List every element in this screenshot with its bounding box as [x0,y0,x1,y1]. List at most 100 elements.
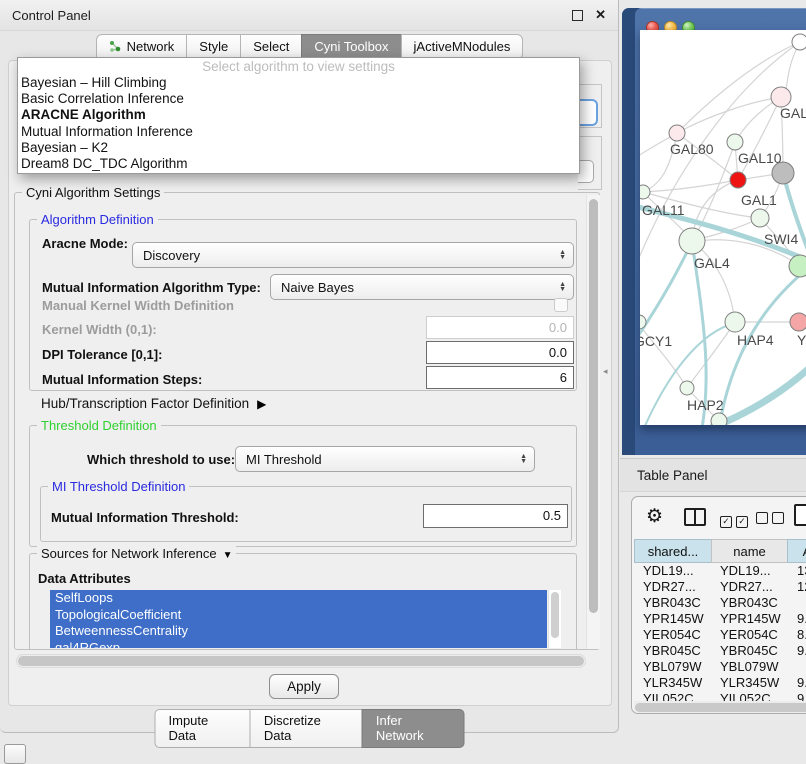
table-row[interactable]: YBL079WYBL079W [634,659,806,675]
network-node-gal1[interactable] [751,209,769,227]
network-node[interactable] [711,413,727,425]
algorithm-option[interactable]: Bayesian – K2 [18,140,579,156]
float-panel-icon[interactable] [572,10,583,21]
kernel-width-label: Kernel Width (0,1): [42,322,157,337]
tab-label: Select [253,39,289,54]
algorithm-popup-placeholder: Select algorithm to view settings [18,58,579,75]
algorithm-option[interactable]: Bayesian – Hill Climbing [18,75,579,91]
table-settings-gear-icon[interactable]: ⚙ [646,505,663,528]
attributes-scrollbar-thumb[interactable] [551,592,559,638]
table-row[interactable]: YDR27...YDR27...12 [634,579,806,595]
network-node[interactable] [772,162,794,184]
table-row[interactable]: YER054CYER054C8. [634,627,806,643]
sources-group-title[interactable]: Sources for Network Inference▼ [37,546,236,561]
attribute-list-item[interactable]: SelfLoops [50,590,547,607]
which-threshold-select[interactable]: MI Threshold ▲▼ [235,446,535,472]
cell-name: YBR045C [711,643,788,659]
aracne-mode-select[interactable]: Discovery ▲▼ [132,242,574,268]
threshold-definition-title: Threshold Definition [37,418,161,433]
splitter-handle[interactable]: ◂ [603,366,608,377]
network-node-gal11[interactable] [640,185,650,199]
network-node-hap4[interactable] [725,312,745,332]
cell-value: 9. [788,611,806,627]
tab-label: jActiveMNodules [414,39,511,54]
column-view-icon[interactable] [684,508,706,526]
tab-discretize-data[interactable]: Discretize Data [250,709,363,748]
table-row[interactable]: YBR043CYBR043C [634,595,806,611]
table-row[interactable]: YBR045CYBR045C9. [634,643,806,659]
bottom-tab-bar: Impute DataDiscretize DataInfer Network [155,709,464,748]
cell-value: 8. [788,627,806,643]
network-node-gal80[interactable] [669,125,685,141]
algorithm-option[interactable]: Basic Correlation Inference [18,91,579,107]
table-row[interactable]: YPR145WYPR145W9. [634,611,806,627]
column-header[interactable]: shared... [634,539,712,563]
table-row[interactable]: YLR345WYLR345W9. [634,675,806,691]
table-toolbar: ⚙ ✓✓ [632,497,806,539]
manual-kernel-width-label: Manual Kernel Width Definition [42,298,234,313]
deselect-all-rows-icon[interactable] [756,512,788,527]
tab-label: Cyni Toolbox [314,39,388,54]
cell-name: YLR345W [711,675,788,691]
cell-shared-name: YBR045C [634,643,711,659]
cell-value: 9. [788,643,806,659]
cell-value [788,659,797,675]
node-label: Y [797,332,806,348]
hub-section-toggle[interactable]: Hub/Transcription Factor Definition▶ [41,396,266,411]
cell-value: 12 [788,579,806,595]
manual-kernel-width-checkbox [554,298,568,312]
sources-group: Sources for Network Inference▼ Data Attr… [29,553,577,649]
export-table-icon[interactable] [794,504,806,526]
kernel-width-field: 0.0 [426,316,574,339]
cell-name: YBR043C [711,595,788,611]
tab-infer-network[interactable]: Infer Network [362,709,465,748]
settings-scrollbar-thumb[interactable] [589,199,598,613]
algorithm-option[interactable]: ARACNE Algorithm [18,107,579,123]
network-node-gal[interactable] [771,87,791,107]
stepper-arrows-icon: ▲▼ [520,454,527,465]
control-panel-titlebar: Control Panel ✕ [0,0,618,31]
cell-name: YBL079W [711,659,788,675]
attribute-list-item[interactable]: TopologicalCoefficient [50,607,547,624]
node-label: HAP4 [737,332,774,348]
network-node-hap2[interactable] [680,381,694,395]
network-node[interactable] [792,34,806,50]
threshold-definition-group: Threshold Definition Which threshold to … [29,425,577,547]
table-rows: YDL19...YDL19...13YDR27...YDR27...12YBR0… [634,563,806,713]
network-canvas[interactable]: GAL80GALGAL10GAL1GAL11SWI4GAL4GCY1HAP4YH… [640,30,806,425]
network-node-swi4[interactable] [789,255,806,277]
mi-algorithm-type-select[interactable]: Naive Bayes ▲▼ [270,274,574,300]
cell-name: YPR145W [711,611,788,627]
network-icon [109,40,122,53]
mi-threshold-field[interactable]: 0.5 [423,504,568,528]
network-node-gal10[interactable] [727,134,743,150]
mi-algorithm-type-value: Naive Bayes [281,280,354,295]
settings-hscrollbar-thumb[interactable] [18,656,584,666]
network-node-y[interactable] [790,313,806,331]
control-panel-title: Control Panel [12,8,91,23]
attributes-list-scrollbar [548,590,561,648]
node-label: GAL10 [738,150,782,166]
close-panel-icon[interactable]: ✕ [595,10,606,20]
table-row[interactable]: YDL19...YDL19...13 [634,563,806,579]
column-header[interactable]: A [787,539,806,563]
select-all-rows-icon[interactable]: ✓✓ [720,512,752,528]
algorithm-option[interactable]: Mutual Information Inference [18,124,579,140]
cell-shared-name: YDL19... [634,563,711,579]
table-panel-title: Table Panel [637,468,708,483]
network-node-gal4[interactable] [679,228,705,254]
attribute-list-item[interactable]: gal4RGexp [50,640,547,649]
hidden-combo-fragment [578,160,594,183]
tab-impute-data[interactable]: Impute Data [155,709,251,748]
apply-button[interactable]: Apply [269,674,339,699]
column-header[interactable]: name [711,539,788,563]
algorithm-option[interactable]: Dream8 DC_TDC Algorithm [18,156,579,172]
node-label: GCY1 [640,333,672,349]
dpi-tolerance-field[interactable]: 0.0 [426,341,574,364]
attribute-list-item[interactable]: BetweennessCentrality [50,623,547,640]
network-node[interactable] [730,172,746,188]
mi-steps-field[interactable]: 6 [426,366,574,389]
table-hscrollbar-thumb[interactable] [635,703,806,712]
node-label: GAL1 [741,192,777,208]
minimized-panel-icon[interactable] [4,744,26,764]
